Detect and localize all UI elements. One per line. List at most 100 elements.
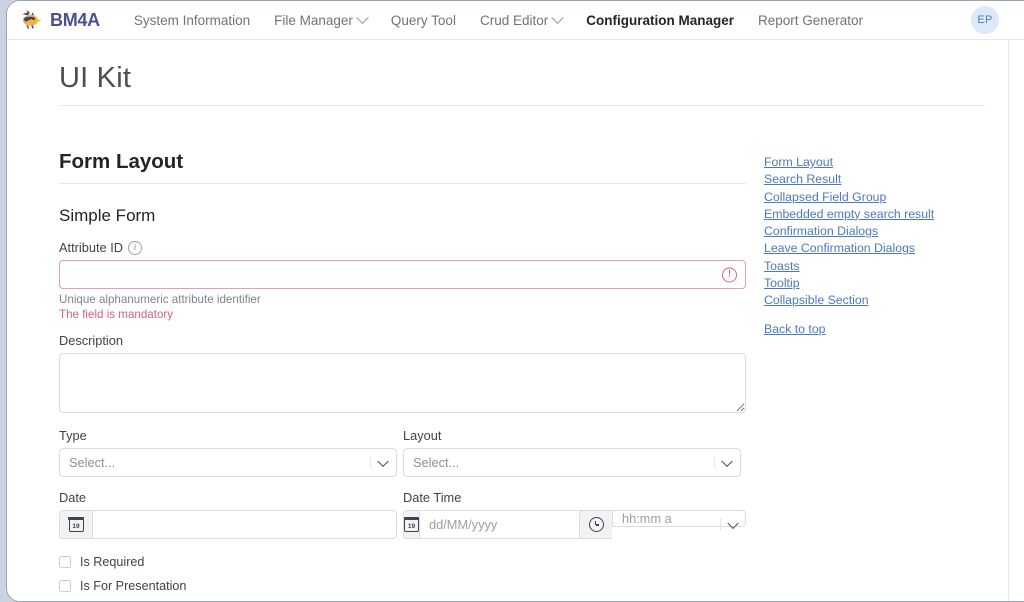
nav-link-label: Query Tool	[390, 12, 456, 28]
chevron-down-icon	[721, 455, 733, 467]
toc-link-toasts[interactable]: Toasts	[764, 258, 1014, 275]
description-textarea[interactable]	[59, 353, 746, 413]
nav-link-label: Report Generator	[757, 12, 864, 28]
date-time-label: Date Time	[403, 490, 462, 505]
field-attribute-id: Attribute ID i ! Unique alphanumeric att…	[59, 240, 746, 321]
toc-spacer	[764, 310, 1014, 321]
layout-label-row: Layout	[403, 428, 746, 443]
nav-link-system-information[interactable]: System Information	[122, 9, 262, 32]
calendar-icon-day: 19	[407, 522, 416, 530]
section-divider	[59, 183, 746, 184]
checkbox-row-is-for-presentation[interactable]: Is For Presentation	[59, 579, 746, 593]
nav-link-crud-editor[interactable]: Crud Editor	[468, 9, 574, 32]
checkbox-label: Is For Presentation	[80, 579, 187, 593]
section-title: Form Layout	[59, 150, 184, 173]
browser-window-frame: BM4A System Information File Manager Que…	[6, 0, 1024, 602]
attribute-id-input[interactable]	[59, 260, 746, 289]
toc-link-collapsible-section[interactable]: Collapsible Section	[764, 292, 1014, 309]
field-type: Type Select...	[59, 428, 402, 477]
nav-links: System Information File Manager Query To…	[122, 9, 875, 32]
chevron-down-icon	[377, 455, 389, 467]
toc-link-embedded-empty-search-result[interactable]: Embedded empty search result	[764, 206, 1014, 223]
calendar-icon[interactable]: 19	[403, 510, 420, 539]
layout-select[interactable]: Select...	[403, 448, 741, 477]
scrollbar-track[interactable]	[1008, 40, 1009, 601]
select-separator	[714, 457, 715, 468]
date-time-label-row: Date Time	[403, 490, 746, 505]
subsection-title: Simple Form	[59, 206, 156, 225]
attribute-id-input-wrap: !	[59, 260, 746, 289]
select-separator	[370, 457, 371, 468]
nav-link-label: File Manager	[274, 12, 353, 28]
nav-link-report-generator[interactable]: Report Generator	[746, 9, 875, 32]
attribute-id-error-text: The field is mandatory	[59, 308, 174, 321]
toc-link-form-layout[interactable]: Form Layout	[764, 154, 1014, 171]
date-input-group: 19	[59, 510, 397, 539]
nav-link-label: System Information	[133, 12, 251, 28]
bird-logo-icon	[19, 8, 43, 33]
page-scroll-container: UI Kit Form Layout Simple Form Attribute…	[7, 40, 1023, 601]
description-label-row: Description	[59, 333, 746, 348]
datetime-time-input[interactable]	[612, 510, 746, 527]
attribute-id-help-text: Unique alphanumeric attribute identifier	[59, 293, 261, 306]
checkbox-row-is-required[interactable]: Is Required	[59, 555, 746, 569]
datetime-time-input-group	[579, 510, 746, 539]
main-columns: Form Layout Simple Form Attribute ID i !	[59, 106, 963, 601]
datetime-date-input[interactable]	[419, 510, 604, 539]
toc-link-tooltip[interactable]: Tooltip	[764, 275, 1014, 292]
chevron-down-icon	[356, 10, 369, 24]
avatar[interactable]: EP	[971, 6, 999, 34]
top-navbar: BM4A System Information File Manager Que…	[7, 1, 1023, 40]
description-label: Description	[59, 333, 124, 348]
toc-link-collapsed-field-group[interactable]: Collapsed Field Group	[764, 189, 1014, 206]
select-separator	[720, 518, 721, 531]
date-input[interactable]	[92, 510, 397, 539]
attribute-id-label: Attribute ID	[59, 240, 124, 255]
datetime-date-input-group: 19	[403, 510, 604, 539]
page-title: UI Kit	[59, 62, 132, 94]
attribute-id-label-row: Attribute ID i	[59, 240, 746, 255]
layout-label: Layout	[403, 428, 442, 443]
date-label-row: Date	[59, 490, 402, 505]
chevron-down-icon	[551, 10, 565, 24]
calendar-icon[interactable]: 19	[59, 510, 92, 539]
type-select[interactable]: Select...	[59, 448, 397, 477]
date-time-groups: 19	[403, 510, 746, 539]
toc-link-leave-confirmation-dialogs[interactable]: Leave Confirmation Dialogs	[764, 240, 1014, 257]
checkbox-is-required[interactable]	[59, 556, 71, 568]
toc-link-back-to-top[interactable]: Back to top	[764, 321, 1014, 338]
checkbox-label: Is Required	[80, 555, 145, 569]
field-date-time: Date Time 19	[403, 490, 746, 539]
exclamation-circle-icon: !	[722, 267, 737, 282]
avatar-initials: EP	[977, 14, 993, 26]
toc-link-search-result[interactable]: Search Result	[764, 171, 1014, 188]
toc-link-confirmation-dialogs[interactable]: Confirmation Dialogs	[764, 223, 1014, 240]
brand-link[interactable]: BM4A	[19, 8, 100, 33]
type-label-row: Type	[59, 428, 402, 443]
layout-select-value: Select...	[413, 455, 460, 470]
nav-link-label: Crud Editor	[479, 12, 549, 28]
nav-link-query-tool[interactable]: Query Tool	[379, 9, 468, 32]
row-type-layout: Type Select... Layout Select...	[59, 428, 746, 477]
row-date-datetime: Date 19 Date Time 19 dd/MM/yyyy hh:mm a	[59, 490, 746, 539]
page-content: UI Kit Form Layout Simple Form Attribute…	[7, 62, 1009, 601]
toc-column: Form Layout Search Result Collapsed Fiel…	[746, 106, 1014, 338]
form-column: Form Layout Simple Form Attribute ID i !	[59, 106, 746, 601]
type-select-value: Select...	[69, 455, 116, 470]
field-description: Description	[59, 333, 746, 413]
type-label: Type	[59, 428, 87, 443]
info-circle-icon[interactable]: i	[128, 240, 143, 255]
date-label: Date	[59, 490, 87, 505]
time-input-wrap	[612, 510, 746, 539]
field-layout: Layout Select...	[403, 428, 746, 477]
brand-text: BM4A	[50, 9, 100, 30]
nav-link-configuration-manager[interactable]: Configuration Manager	[574, 9, 746, 32]
calendar-icon-day: 19	[72, 522, 80, 530]
nav-link-label: Configuration Manager	[586, 12, 734, 28]
checkbox-is-for-presentation[interactable]	[59, 580, 71, 592]
checkbox-group: Is Required Is For Presentation Is For C…	[59, 555, 746, 601]
nav-link-file-manager[interactable]: File Manager	[262, 9, 379, 32]
field-date: Date 19	[59, 490, 402, 539]
page-viewport: BM4A System Information File Manager Que…	[7, 1, 1023, 601]
clock-icon[interactable]	[579, 510, 612, 539]
